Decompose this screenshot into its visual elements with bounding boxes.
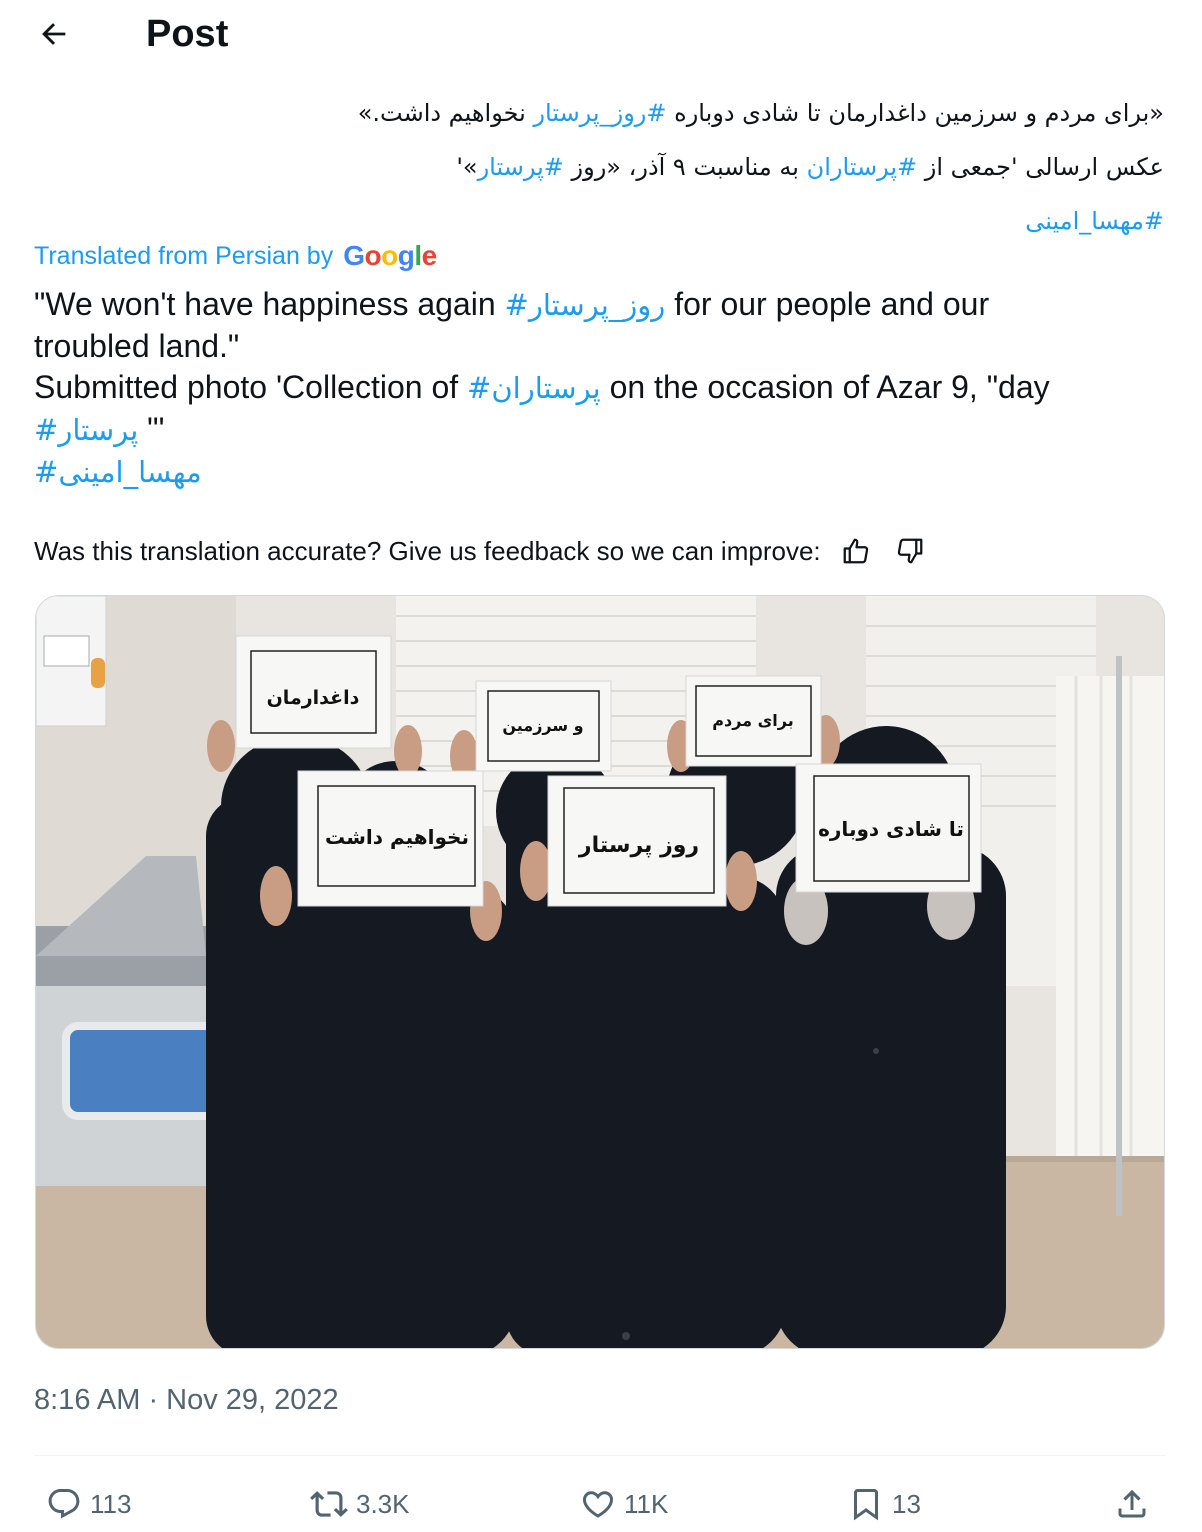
back-arrow-icon — [42, 23, 66, 45]
tweet-photo[interactable]: داغدارمان و سرزمین برای مردم نخواهیم داش… — [35, 595, 1165, 1349]
protest-sign: برای مردم — [685, 675, 822, 767]
tweet-text-segment: نخواهیم داشت.» — [357, 99, 534, 127]
tweet-text-segment: Submitted photo 'Collection of — [34, 369, 468, 405]
hashtag-link[interactable]: #پرستار — [34, 413, 138, 447]
page-title: Post — [146, 13, 229, 55]
original-line: عکس ارسالی 'جمعی از #پرستاران به مناسبت … — [104, 140, 1164, 194]
translation-line: #پرستار "' — [34, 409, 1164, 451]
reply-button[interactable]: 113 — [46, 1478, 131, 1530]
post-timestamp[interactable]: 8:16 AM · Nov 29, 2022 — [34, 1384, 339, 1417]
thumbs-down-icon[interactable] — [893, 534, 927, 568]
translation-line: "We won't have happiness again #روز_پرست… — [34, 284, 1164, 326]
bookmark-icon — [854, 1489, 878, 1521]
protest-sign: نخواهیم داشت — [297, 770, 484, 907]
action-bar: 113 3.3K 11K 13 — [0, 1478, 1202, 1530]
repost-count: 3.3K — [356, 1488, 410, 1519]
protest-sign: تا شادی دوباره — [795, 763, 982, 893]
tweet-text-segment: "We won't have happiness again — [34, 286, 505, 322]
translation-line: #مهسا_امینی — [34, 451, 1164, 493]
hashtag-link[interactable]: #پرستار — [478, 153, 564, 181]
translated-label: Translated from Persian by — [34, 241, 334, 270]
like-count: 11K — [624, 1488, 669, 1519]
hashtag-link[interactable]: #مهسا_امینی — [34, 455, 202, 489]
google-logo: Google — [343, 240, 437, 271]
share-button[interactable] — [1114, 1478, 1150, 1530]
reply-icon — [48, 1489, 80, 1519]
repost-button[interactable]: 3.3K — [310, 1478, 410, 1530]
reply-count: 113 — [90, 1488, 132, 1519]
hashtag-link[interactable]: #روز_پرستار — [533, 99, 666, 127]
sign-text: تا شادی دوباره — [818, 817, 964, 841]
tweet-text-segment: »' — [456, 153, 478, 181]
tweet-text-segment: troubled land." — [34, 328, 240, 364]
nurses-protest-photo: داغدارمان و سرزمین برای مردم نخواهیم داش… — [36, 596, 1164, 1348]
tweet-text-segment: "' — [138, 411, 165, 447]
sign-text: روز پرستار — [578, 833, 699, 858]
divider — [34, 1455, 1166, 1456]
tweet-text-segment: on the occasion of Azar 9, "day — [600, 369, 1050, 405]
share-icon — [1118, 1489, 1146, 1518]
hashtag-link[interactable]: #مهسا_امینی — [1025, 207, 1164, 235]
tweet-original-text: «برای مردم و سرزمین داغدارمان تا شادی دو… — [104, 86, 1164, 248]
tweet-text-segment: «برای مردم و سرزمین داغدارمان تا شادی دو… — [666, 99, 1164, 127]
sign-text: و سرزمین — [502, 716, 583, 735]
like-button[interactable]: 11K — [580, 1478, 668, 1530]
translation-line: Submitted photo 'Collection of #پرستاران… — [34, 367, 1164, 409]
hashtag-link[interactable]: #پرستاران — [467, 371, 601, 405]
hashtag-link[interactable]: #روز_پرستار — [505, 288, 666, 322]
sign-text: داغدارمان — [267, 687, 360, 709]
hashtag-link[interactable]: #پرستاران — [807, 153, 918, 181]
sign-text: برای مردم — [712, 711, 793, 730]
tweet-text-segment: for our people and our — [665, 286, 990, 322]
translation-feedback: Was this translation accurate? Give us f… — [34, 534, 927, 568]
translation-line: troubled land." — [34, 326, 1164, 367]
bookmark-count: 13 — [892, 1488, 921, 1519]
sign-text: نخواهیم داشت — [325, 825, 469, 849]
protest-sign: داغدارمان — [235, 635, 392, 749]
thumbs-up-icon[interactable] — [839, 534, 873, 568]
back-button[interactable] — [30, 12, 78, 56]
protest-sign: روز پرستار — [547, 775, 727, 907]
protest-sign: و سرزمین — [475, 680, 612, 772]
like-icon — [582, 1491, 614, 1518]
tweet-text-segment: عکس ارسالی 'جمعی از — [917, 153, 1164, 181]
feedback-text: Was this translation accurate? Give us f… — [34, 535, 821, 566]
top-bar: Post — [0, 0, 1202, 66]
tweet-text-segment: به مناسبت ۹ آذر، «روز — [563, 153, 807, 181]
bookmark-button[interactable]: 13 — [848, 1478, 921, 1530]
original-line: «برای مردم و سرزمین داغدارمان تا شادی دو… — [104, 86, 1164, 140]
repost-icon — [310, 1491, 348, 1517]
translation-attribution[interactable]: Translated from Persian by Google — [34, 240, 437, 272]
tweet-translation-text: "We won't have happiness again #روز_پرست… — [34, 284, 1164, 493]
